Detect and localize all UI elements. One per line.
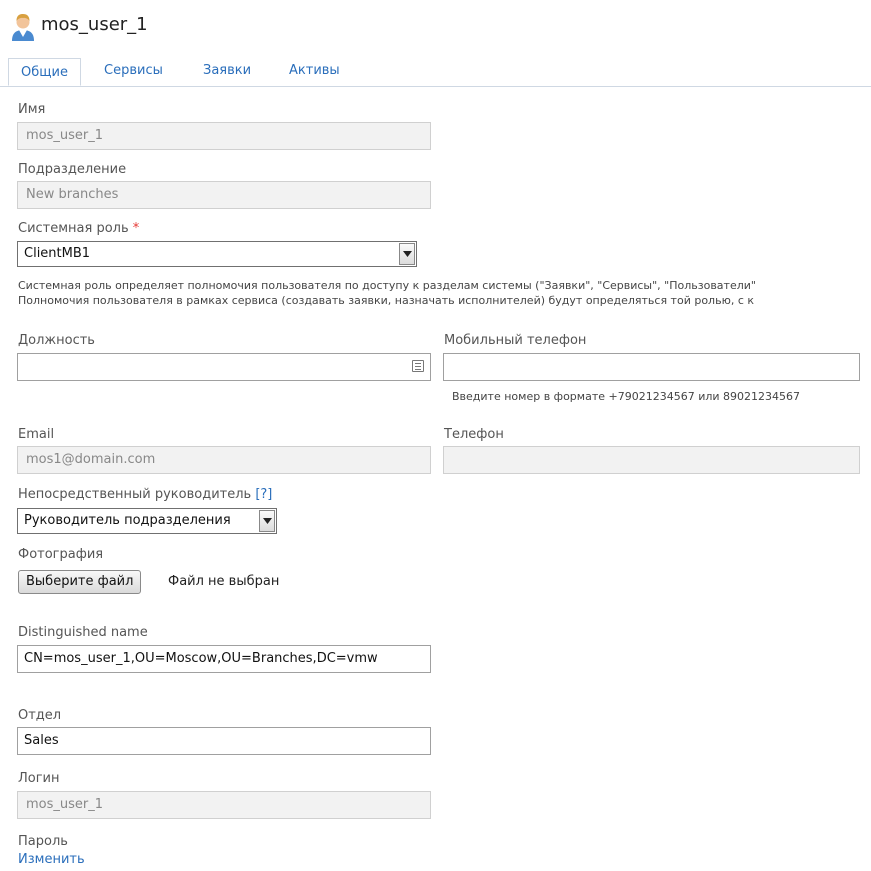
manager-label-text: Непосредственный руководитель [18, 487, 252, 502]
system-role-hint-line2: Полномочия пользователя в рамках сервиса… [18, 294, 755, 307]
system-role-select[interactable]: ClientMB1 [17, 241, 417, 267]
system-role-label: Системная роль * [18, 221, 139, 236]
mobile-phone-hint: Введите номер в формате +79021234567 или… [452, 390, 801, 403]
distinguished-name-label: Distinguished name [18, 625, 148, 640]
system-role-label-text: Системная роль [18, 221, 129, 236]
position-label: Должность [18, 333, 95, 348]
tab-bar: Общие Сервисы Заявки Активы [0, 58, 871, 87]
user-icon [12, 14, 34, 41]
page-title: mos_user_1 [41, 14, 148, 35]
login-label: Логин [18, 771, 60, 786]
mobile-phone-label: Мобильный телефон [444, 333, 587, 348]
email-label: Email [18, 427, 55, 442]
choose-file-button[interactable]: Выберите файл [18, 570, 142, 594]
manager-help-link[interactable]: [?] [255, 487, 272, 502]
required-mark: * [132, 221, 140, 236]
system-role-hint-line1: Системная роль определяет полномочия пол… [18, 279, 756, 292]
tab-services[interactable]: Сервисы [104, 63, 163, 78]
name-label: Имя [18, 102, 46, 117]
chevron-down-icon[interactable] [399, 243, 415, 265]
tab-assets[interactable]: Активы [289, 63, 340, 78]
position-field[interactable] [17, 353, 431, 381]
email-field: mos1@domain.com [17, 446, 431, 474]
department-field: New branches [17, 181, 431, 209]
manager-value: Руководитель подразделения [24, 513, 231, 528]
file-status: Файл не выбран [168, 574, 280, 589]
chevron-down-icon[interactable] [259, 510, 275, 532]
division-label: Отдел [18, 708, 62, 723]
department-label: Подразделение [18, 162, 127, 177]
tab-requests[interactable]: Заявки [203, 63, 251, 78]
name-field: mos_user_1 [17, 122, 431, 150]
distinguished-name-field[interactable]: CN=mos_user_1,OU=Moscow,OU=Branches,DC=v… [17, 645, 431, 673]
manager-label: Непосредственный руководитель [?] [18, 487, 272, 502]
division-field[interactable]: Sales [17, 727, 431, 755]
phone-label: Телефон [444, 427, 504, 442]
manager-select[interactable]: Руководитель подразделения [17, 508, 277, 534]
mobile-phone-field[interactable] [443, 353, 860, 381]
change-password-link[interactable]: Изменить [18, 852, 85, 867]
phone-field [443, 446, 860, 474]
photo-label: Фотография [18, 547, 104, 562]
contact-card-icon[interactable] [412, 360, 424, 372]
password-label: Пароль [18, 834, 68, 849]
system-role-value: ClientMB1 [24, 246, 91, 261]
login-field: mos_user_1 [17, 791, 431, 819]
tab-general[interactable]: Общие [8, 58, 81, 86]
